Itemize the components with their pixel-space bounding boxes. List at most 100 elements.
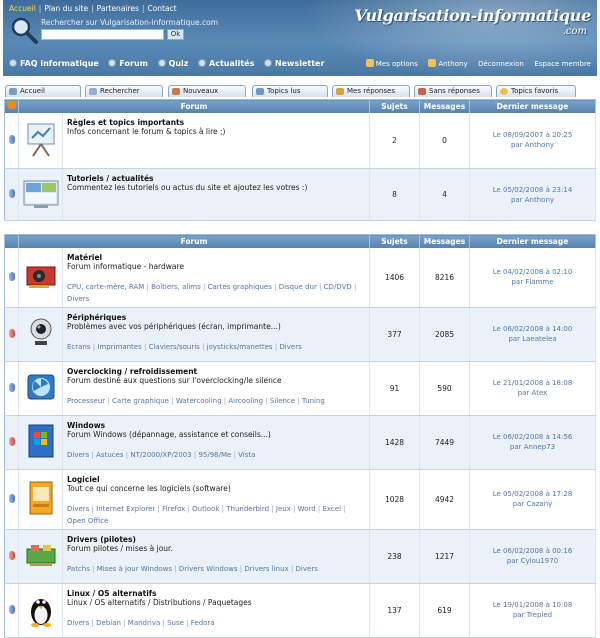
subforum-link[interactable]: Ecrans: [67, 343, 91, 351]
tab-mes-reponses[interactable]: Mes réponses: [332, 85, 410, 97]
subforum-link[interactable]: Divers: [67, 505, 89, 513]
last-message-author[interactable]: par Cazany: [513, 500, 553, 508]
forum-title[interactable]: Drivers (pilotes): [67, 535, 365, 544]
last-message-date[interactable]: Le 04/02/2008 à 02:10: [493, 268, 573, 276]
subforum-link[interactable]: Divers: [296, 565, 318, 573]
last-message-date[interactable]: Le 06/02/2008 à 00:16: [493, 547, 573, 555]
nav-forum[interactable]: Forum: [108, 59, 148, 68]
last-message-date[interactable]: Le 05/02/2008 à 23:14: [493, 186, 573, 194]
user-icon: [428, 59, 437, 67]
user-nav-logout[interactable]: Déconnexion: [478, 60, 524, 68]
subforum-link[interactable]: Watercooling: [176, 397, 222, 405]
subforum-link[interactable]: Word: [298, 505, 316, 513]
subforum-link[interactable]: Astuces: [96, 451, 123, 459]
user-nav-profile[interactable]: Anthony: [428, 59, 468, 68]
last-message-author[interactable]: par Atex: [518, 389, 548, 397]
forum-title[interactable]: Matériel: [67, 253, 365, 262]
my-replies-icon: [336, 88, 344, 95]
subforum-link[interactable]: Claviers/souris: [149, 343, 200, 351]
forum-title[interactable]: Logiciel: [67, 475, 365, 484]
forum-title[interactable]: Overclocking / refroidissement: [67, 367, 365, 376]
subforum-link[interactable]: Drivers Windows: [179, 565, 238, 573]
last-message-date[interactable]: Le 06/02/2008 à 14:00: [493, 325, 573, 333]
last-message-author[interactable]: par Flamme: [511, 278, 553, 286]
forum-title[interactable]: Périphériques: [67, 313, 365, 322]
site-logo[interactable]: Vulgarisation-informatique: [354, 6, 591, 25]
last-message-author[interactable]: par Anthony: [511, 196, 554, 204]
user-nav-options[interactable]: Mes options: [365, 59, 418, 68]
subforum-link[interactable]: NT/2000/XP/2003: [130, 451, 191, 459]
last-message-date[interactable]: Le 06/02/2008 à 14:56: [493, 433, 573, 441]
subforum-link[interactable]: Thunderbird: [226, 505, 269, 513]
subforum-link[interactable]: Suse: [167, 619, 184, 627]
last-message-author[interactable]: par Cylou1970: [507, 557, 558, 565]
subforum-link[interactable]: Firefox: [162, 505, 185, 513]
last-message-column-header: Dernier message: [469, 99, 596, 113]
nav-newsletter[interactable]: Newsletter: [263, 59, 324, 68]
forum-title[interactable]: Tutoriels / actualités: [67, 174, 365, 183]
subforum-link[interactable]: Fedora: [191, 619, 215, 627]
subforum-link[interactable]: Imprimantes: [97, 343, 141, 351]
last-message-date[interactable]: Le 19/01/2008 à 10:08: [493, 601, 573, 609]
last-message-author[interactable]: par Laeatelea: [508, 335, 556, 343]
subforum-link[interactable]: Divers: [67, 451, 89, 459]
last-message-date[interactable]: Le 08/09/2007 à 20:25: [493, 131, 573, 139]
subforum-link[interactable]: Mises à jour Windows: [97, 565, 172, 573]
subforum-link[interactable]: Outlook: [192, 505, 219, 513]
forum-column-header: Forum: [18, 99, 370, 113]
messages-count: 590: [419, 361, 470, 416]
subforum-link[interactable]: Tuning: [302, 397, 325, 405]
subforum-link[interactable]: Internet Explorer: [96, 505, 155, 513]
subforum-link[interactable]: CD/DVD: [324, 283, 352, 291]
top-nav-accueil[interactable]: Accueil: [9, 4, 36, 13]
nav-quiz[interactable]: Quiz: [157, 59, 188, 68]
forum-title[interactable]: Linux / OS alternatifs: [67, 589, 365, 598]
last-message-author[interactable]: par Trepied: [513, 611, 552, 619]
tab-accueil[interactable]: Accueil: [5, 85, 81, 97]
subforum-link[interactable]: Vista: [238, 451, 255, 459]
subforum-link[interactable]: Carte graphique: [112, 397, 169, 405]
subforum-list: Ecrans | Imprimantes | Claviers/souris |…: [67, 342, 302, 351]
subforum-link[interactable]: Divers: [67, 295, 89, 303]
last-message-author[interactable]: par Annep73: [510, 443, 555, 451]
nav-actualites[interactable]: Actualités: [198, 59, 254, 68]
messages-count: 8216: [419, 247, 470, 308]
nav-faq[interactable]: FAQ informatique: [9, 59, 99, 68]
top-nav-partenaires[interactable]: Partenaires: [97, 4, 139, 13]
subforum-link[interactable]: Drivers linux: [244, 565, 288, 573]
rss-header[interactable]: [4, 99, 19, 113]
subforum-link[interactable]: Jeux: [276, 505, 291, 513]
subforum-link[interactable]: Divers: [67, 619, 89, 627]
search-input[interactable]: [41, 29, 164, 40]
last-message-date[interactable]: Le 05/02/2008 à 17:28: [493, 490, 573, 498]
user-nav-member-space[interactable]: Espace membre: [534, 60, 591, 68]
tab-topics-favoris[interactable]: Topics favoris: [496, 85, 576, 97]
software-box-icon: [29, 481, 52, 515]
subforum-link[interactable]: Excel: [322, 505, 341, 513]
tab-topics-lus[interactable]: Topics lus: [252, 85, 328, 97]
subforum-link[interactable]: CPU, carte-mère, RAM: [67, 283, 144, 291]
search-ok-button[interactable]: Ok: [167, 29, 184, 40]
tab-nouveaux[interactable]: Nouveaux: [168, 85, 246, 97]
subforum-link[interactable]: Mandriva: [128, 619, 160, 627]
subforum-link[interactable]: Processeur: [67, 397, 105, 405]
subforum-link[interactable]: Patchs: [67, 565, 90, 573]
tab-rechercher[interactable]: Rechercher: [85, 85, 163, 97]
subforum-link[interactable]: Aircooling: [228, 397, 263, 405]
top-nav-plan-du-site[interactable]: Plan du site: [44, 4, 88, 13]
subforum-link[interactable]: Cartes graphiques: [208, 283, 272, 291]
last-message-date[interactable]: Le 21/01/2008 à 18:08: [493, 379, 573, 387]
top-nav-contact[interactable]: Contact: [147, 4, 176, 13]
subforum-link[interactable]: 95/98/Me: [198, 451, 231, 459]
subforum-link[interactable]: Open Office: [67, 517, 108, 525]
subforum-link[interactable]: joysticks/manettes: [207, 343, 273, 351]
last-message-author[interactable]: par Anthony: [511, 141, 554, 149]
tab-sans-reponses[interactable]: Sans réponses: [414, 85, 492, 97]
subforum-link[interactable]: Divers: [279, 343, 301, 351]
forum-title[interactable]: Règles et topics importants: [67, 118, 365, 127]
subforum-link[interactable]: Debian: [96, 619, 121, 627]
subforum-link[interactable]: Boîtiers, alims: [151, 283, 201, 291]
subforum-link[interactable]: Silence: [270, 397, 295, 405]
forum-title[interactable]: Windows: [67, 421, 365, 430]
subforum-link[interactable]: Disque dur: [279, 283, 317, 291]
